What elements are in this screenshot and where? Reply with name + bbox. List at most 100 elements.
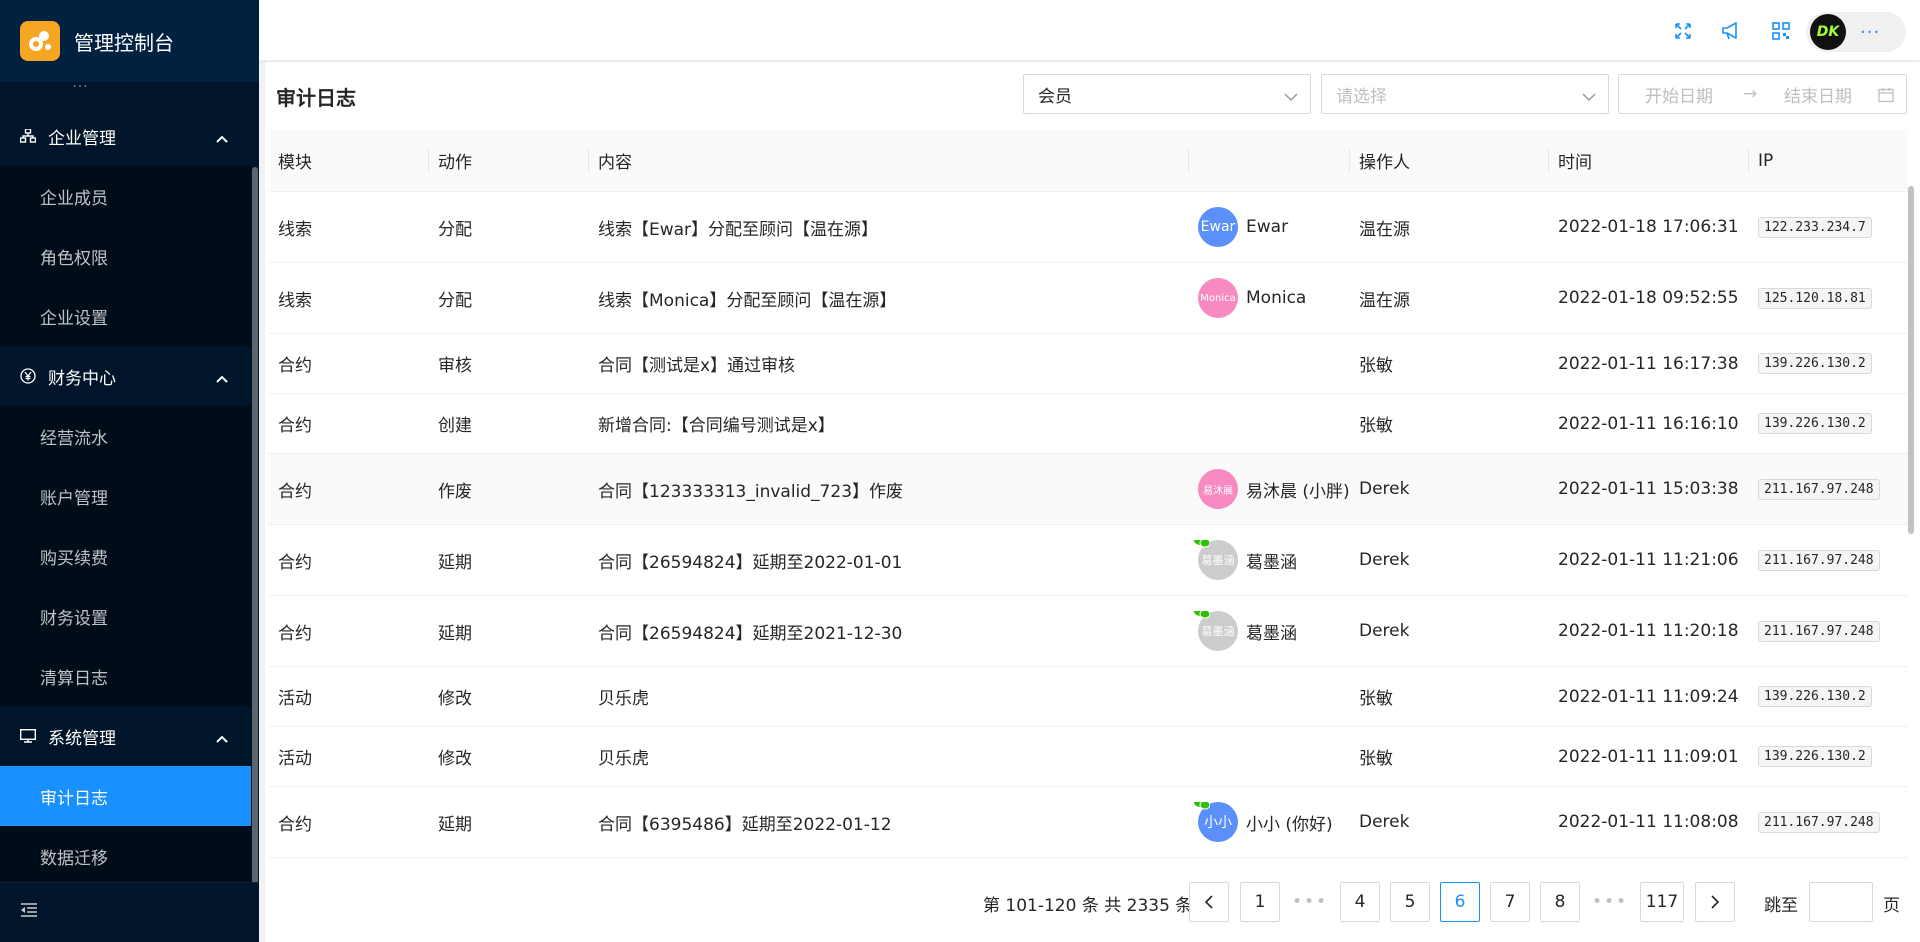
logo-row[interactable]: 管理控制台	[0, 0, 259, 82]
avatar: Monica	[1198, 278, 1238, 318]
cell-time: 2022-01-18 17:06:31	[1558, 217, 1739, 237]
wechat-icon	[1194, 802, 1210, 810]
column-header-time: 时间	[1548, 130, 1748, 191]
cell-module: 合约	[278, 623, 312, 644]
cell-content: 合同【测试是x】通过审核	[598, 356, 796, 376]
sidebar-scrollbar[interactable]	[251, 82, 259, 942]
sidebar-item-data-migration[interactable]: 数据迁移	[0, 826, 252, 882]
cell-action: 创建	[438, 416, 472, 436]
cell-member: 葛墨涵 葛墨涵	[1188, 540, 1349, 580]
column-header-member	[1188, 130, 1349, 191]
cell-content: 新增合同:【合同编号测试是x】	[598, 416, 835, 436]
prev-page-button[interactable]	[1189, 882, 1229, 922]
type-select[interactable]: 会员	[1023, 74, 1311, 114]
cell-time: 2022-01-11 11:09:24	[1558, 686, 1739, 707]
cell-content: 合同【26594824】延期至2022-01-01	[598, 552, 903, 573]
cell-module: 合约	[278, 481, 312, 502]
cell-ip: 211.167.97.248	[1748, 811, 1908, 833]
table-body: 线索分配 线索【Ewar】分配至顾问【温在源】 Ewar Ewar 温在源 2022-01…	[268, 192, 1908, 858]
cell-content: 线索【Ewar】分配至顾问【温在源】	[598, 219, 879, 240]
cell-operator: 张敏	[1359, 416, 1393, 436]
monitor-icon	[20, 728, 36, 744]
table-row[interactable]: 合约 延期 合同【26594824】延期至2022-01-01 葛墨涵 葛墨涵 Derek…	[268, 525, 1908, 596]
notification-icon[interactable]	[1720, 20, 1742, 42]
cell-content: 贝乐虎	[598, 749, 649, 769]
cell-ip: 211.167.97.248	[1748, 620, 1908, 642]
cell-operator: 温在源	[1359, 290, 1410, 311]
app-title: 管理控制台	[74, 30, 174, 55]
cell-module: 合约	[278, 814, 312, 835]
member-select[interactable]: 请选择	[1321, 74, 1609, 114]
column-header-action: 动作	[428, 130, 588, 191]
end-date-input[interactable]: 结束日期	[1784, 82, 1852, 107]
ip-tag: 211.167.97.248	[1758, 811, 1880, 833]
page-ellipsis-next[interactable]: •••	[1590, 882, 1630, 922]
table-row[interactable]: 合约 延期 合同【26594824】延期至2021-12-30 葛墨涵 葛墨涵 Derek…	[268, 596, 1908, 667]
cell-member: Ewar Ewar	[1188, 207, 1349, 247]
cell-time: 2022-01-18 09:52:55	[1558, 288, 1739, 308]
cell-time: 2022-01-11 11:08:08	[1558, 812, 1739, 832]
cell-module: 合约	[278, 552, 312, 573]
sidebar-group-system[interactable]: 系统管理	[0, 706, 252, 766]
sidebar-item-roles[interactable]: 角色权限	[0, 226, 252, 286]
sidebar-item-members[interactable]: 企业成员	[0, 166, 252, 226]
cell-module: 活动	[278, 749, 312, 769]
cell-action: 修改	[438, 689, 472, 709]
user-menu[interactable]: DK ···	[1806, 12, 1906, 52]
qrcode-icon[interactable]	[1770, 20, 1792, 42]
cell-module: 合约	[278, 416, 312, 436]
chevron-up-icon	[216, 728, 228, 748]
sidebar-item-settlement-log[interactable]: 清算日志	[0, 646, 252, 706]
table-row[interactable]: 合约 作废 合同【123333313_invalid_723】作废 易沐晨 易沐晨 (小…	[268, 454, 1908, 525]
sidebar-item-cashflow[interactable]: 经营流水	[0, 406, 252, 466]
cell-action: 分配	[438, 290, 472, 311]
cell-module: 线索	[278, 219, 312, 240]
table-row[interactable]: 线索 分配 线索【Ewar】分配至顾问【温在源】 Ewar Ewar 温在源 2022-01…	[268, 192, 1908, 263]
sidebar-item-renewal[interactable]: 购买续费	[0, 526, 252, 586]
jump-page-input[interactable]	[1809, 882, 1873, 922]
page-button-current[interactable]: 6	[1440, 882, 1480, 922]
table-row[interactable]: 线索 分配 线索【Monica】分配至顾问【温在源】 Monica Monica 温在源 2…	[268, 263, 1908, 334]
sidebar: 管理控制台 … 企业管理 企业成员 角色权限 企业设置 财务中心 经营流水 账户…	[0, 0, 259, 942]
collapse-sidebar-button[interactable]	[0, 882, 259, 942]
sidebar-item-enterprise-settings[interactable]: 企业设置	[0, 286, 252, 346]
column-header-content: 内容	[588, 130, 1188, 191]
cell-time: 2022-01-11 11:20:18	[1558, 621, 1739, 641]
ip-tag: 211.167.97.248	[1758, 549, 1880, 571]
table-row[interactable]: 合约 延期 合同【6395486】延期至2022-01-12 小小 小小 (你好) Der…	[268, 787, 1908, 858]
page-button[interactable]: 1	[1240, 882, 1280, 922]
table-row[interactable]: 活动 修改 贝乐虎 张敏 2022-01-11 11:09:24 139.226.130.…	[268, 667, 1908, 727]
table-row[interactable]: 合约 创建 新增合同:【合同编号测试是x】 张敏 2022-01-11 16:16:10…	[268, 394, 1908, 454]
table-scrollbar[interactable]	[1908, 186, 1914, 534]
avatar: DK	[1810, 14, 1846, 50]
cell-module: 活动	[278, 689, 312, 709]
date-range-picker[interactable]: 开始日期 → 结束日期	[1618, 74, 1907, 114]
yen-icon	[20, 368, 36, 384]
table-row[interactable]: 活动 修改 贝乐虎 张敏 2022-01-11 11:09:01 139.226.130.…	[268, 727, 1908, 787]
cell-time: 2022-01-11 11:21:06	[1558, 550, 1739, 570]
sidebar-item-accounts[interactable]: 账户管理	[0, 466, 252, 526]
cell-content: 合同【26594824】延期至2021-12-30	[598, 623, 903, 644]
page-button-last[interactable]: 117	[1640, 882, 1684, 922]
cell-content: 贝乐虎	[598, 689, 649, 709]
member-name: 易沐晨 (小胖)	[1246, 481, 1349, 502]
top-header: DK ···	[259, 0, 1920, 61]
sidebar-item-finance-settings[interactable]: 财务设置	[0, 586, 252, 646]
cell-time: 2022-01-11 16:16:10	[1558, 413, 1739, 434]
page-button[interactable]: 4	[1340, 882, 1380, 922]
page-button[interactable]: 5	[1390, 882, 1430, 922]
sidebar-group-enterprise[interactable]: 企业管理	[0, 106, 252, 166]
start-date-input[interactable]: 开始日期	[1645, 82, 1713, 107]
next-page-button[interactable]	[1695, 882, 1735, 922]
page-ellipsis-prev[interactable]: •••	[1290, 882, 1330, 922]
sidebar-item-audit-log[interactable]: 审计日志	[0, 766, 252, 826]
fullscreen-icon[interactable]	[1672, 20, 1694, 42]
page-button[interactable]: 7	[1490, 882, 1530, 922]
sidebar-group-finance[interactable]: 财务中心	[0, 346, 252, 406]
sidebar-scrollbar-thumb[interactable]	[252, 167, 258, 942]
sidebar-stub-item[interactable]: …	[0, 82, 252, 106]
cell-action: 审核	[438, 356, 472, 376]
pagination-total: 第 101-120 条 共 2335 条	[983, 896, 1193, 916]
table-row[interactable]: 合约 审核 合同【测试是x】通过审核 张敏 2022-01-11 16:17:38 139…	[268, 334, 1908, 394]
page-button[interactable]: 8	[1540, 882, 1580, 922]
